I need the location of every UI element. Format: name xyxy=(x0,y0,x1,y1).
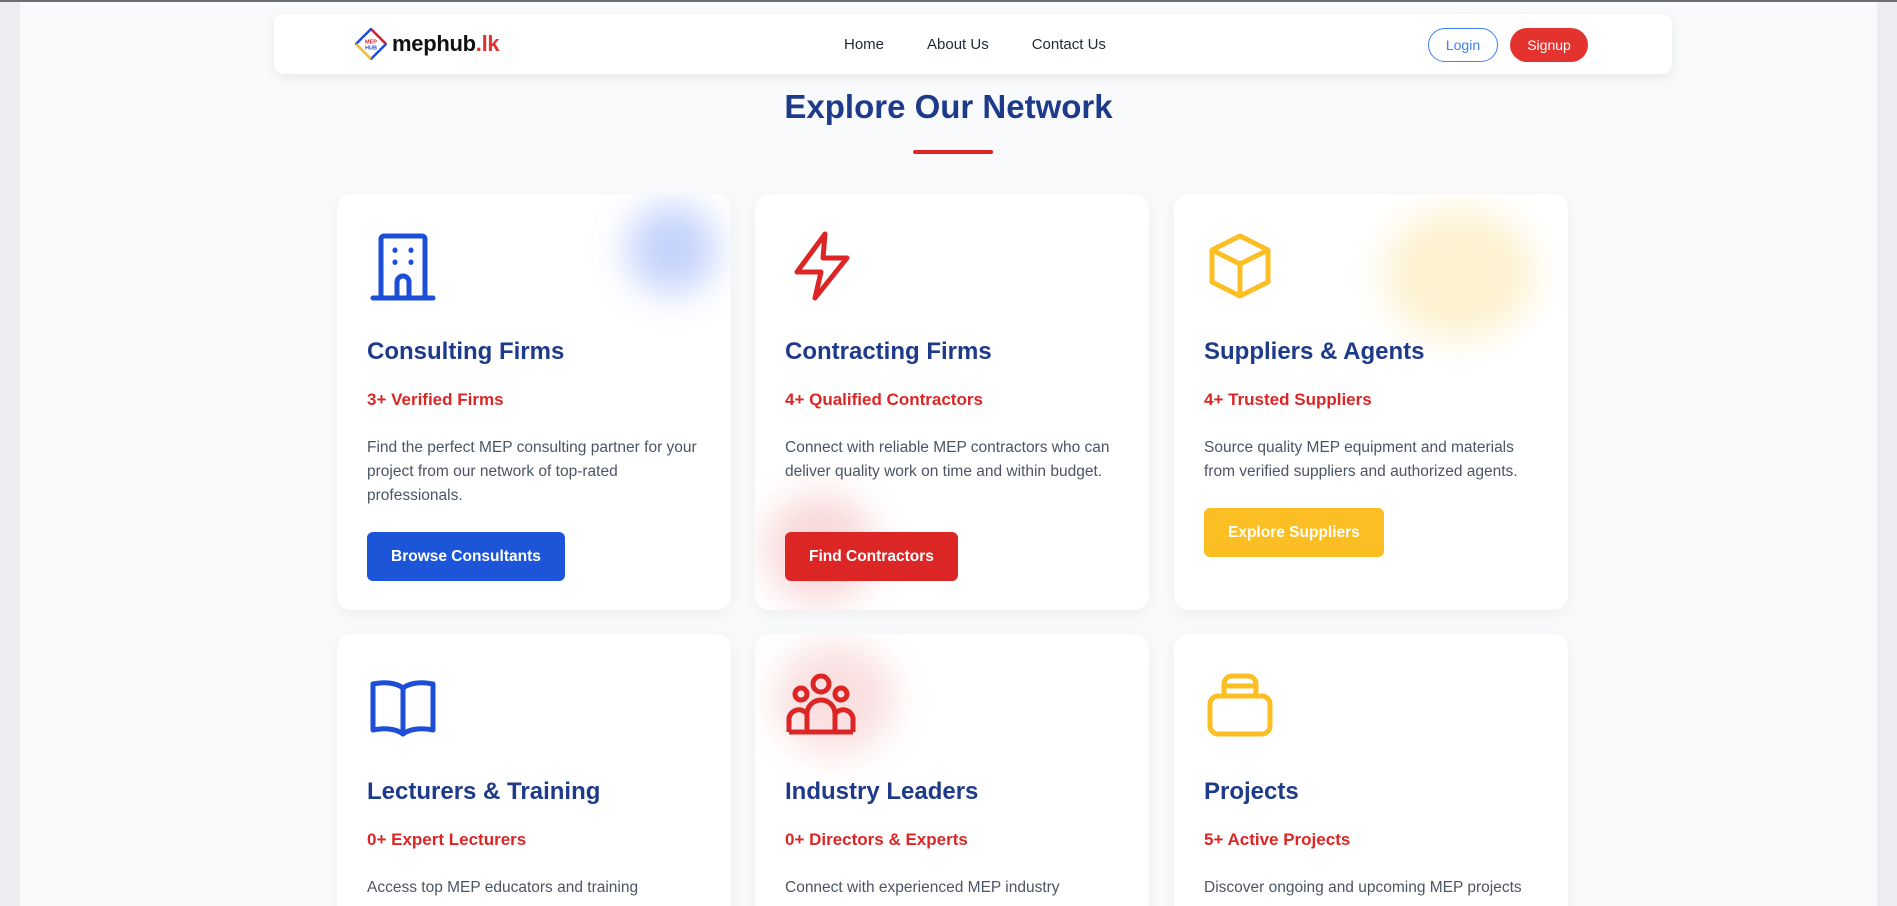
card-description: Discover ongoing and upcoming MEP projec… xyxy=(1204,879,1522,896)
login-button[interactable]: Login xyxy=(1428,28,1498,62)
card-title: Lecturers & Training xyxy=(367,778,601,805)
card-description: Connect with reliable MEP contractors wh… xyxy=(785,439,1110,480)
logo-text: mephub.lk xyxy=(392,31,500,57)
card-title: Contracting Firms xyxy=(785,338,992,365)
lightning-bolt-icon xyxy=(794,231,850,301)
card-description: Connect with experienced MEP industry xyxy=(785,879,1060,896)
card-stat: 3+ Verified Firms xyxy=(367,390,504,409)
navbar: MEP HUB mephub.lk Home About Us Contact … xyxy=(274,14,1672,74)
nav-links: Home About Us Contact Us xyxy=(844,14,1149,74)
nav-link-home[interactable]: Home xyxy=(844,36,884,53)
card-title: Industry Leaders xyxy=(785,778,979,805)
card-stat: 5+ Active Projects xyxy=(1204,830,1351,849)
logo[interactable]: MEP HUB mephub.lk xyxy=(355,28,500,60)
section-title: Explore Our Network xyxy=(784,88,1113,125)
card-suppliers-agents: Suppliers & Agents 4+ Trusted Suppliers … xyxy=(1174,194,1568,610)
nav-link-about-us[interactable]: About Us xyxy=(927,36,989,53)
card-title: Projects xyxy=(1204,778,1299,805)
find-contractors-button[interactable]: Find Contractors xyxy=(785,532,958,581)
card-description: Access top MEP educators and training xyxy=(367,879,639,896)
card-glow xyxy=(1384,209,1534,339)
card-industry-leaders: Industry Leaders 0+ Directors & Experts … xyxy=(755,634,1149,906)
card-contracting-firms: Contracting Firms 4+ Qualified Contracto… xyxy=(755,194,1149,610)
explore-suppliers-button[interactable]: Explore Suppliers xyxy=(1204,508,1384,557)
card-stat: 0+ Expert Lecturers xyxy=(367,830,527,849)
users-group-icon xyxy=(786,673,856,735)
card-consulting-firms: Consulting Firms 3+ Verified Firms Find … xyxy=(337,194,731,610)
cube-icon xyxy=(1209,233,1271,299)
open-book-icon xyxy=(370,680,436,737)
page: MEP HUB mephub.lk Home About Us Contact … xyxy=(20,2,1877,906)
nav-link-contact-us[interactable]: Contact Us xyxy=(1032,36,1106,53)
card-stat: 4+ Qualified Contractors xyxy=(785,390,983,409)
logo-name: mephub xyxy=(392,31,476,56)
card-projects: Projects 5+ Active Projects Discover ong… xyxy=(1174,634,1568,906)
building-icon xyxy=(370,233,436,301)
signup-button[interactable]: Signup xyxy=(1510,28,1588,62)
card-description: Find the perfect MEP consulting partner … xyxy=(367,439,697,504)
card-title: Consulting Firms xyxy=(367,338,565,365)
briefcase-icon xyxy=(1207,673,1273,737)
card-description: Source quality MEP equipment and materia… xyxy=(1204,439,1518,480)
logo-tld: .lk xyxy=(475,31,500,56)
card-glow xyxy=(627,204,717,294)
svg-text:HUB: HUB xyxy=(365,46,377,52)
title-underline xyxy=(913,150,993,154)
browse-consultants-button[interactable]: Browse Consultants xyxy=(367,532,565,581)
card-lecturers-training: Lecturers & Training 0+ Expert Lecturers… xyxy=(337,634,731,906)
mephub-logo-icon: MEP HUB xyxy=(355,28,387,60)
card-stat: 4+ Trusted Suppliers xyxy=(1204,390,1372,409)
card-title: Suppliers & Agents xyxy=(1204,338,1425,365)
card-stat: 0+ Directors & Experts xyxy=(785,830,968,849)
